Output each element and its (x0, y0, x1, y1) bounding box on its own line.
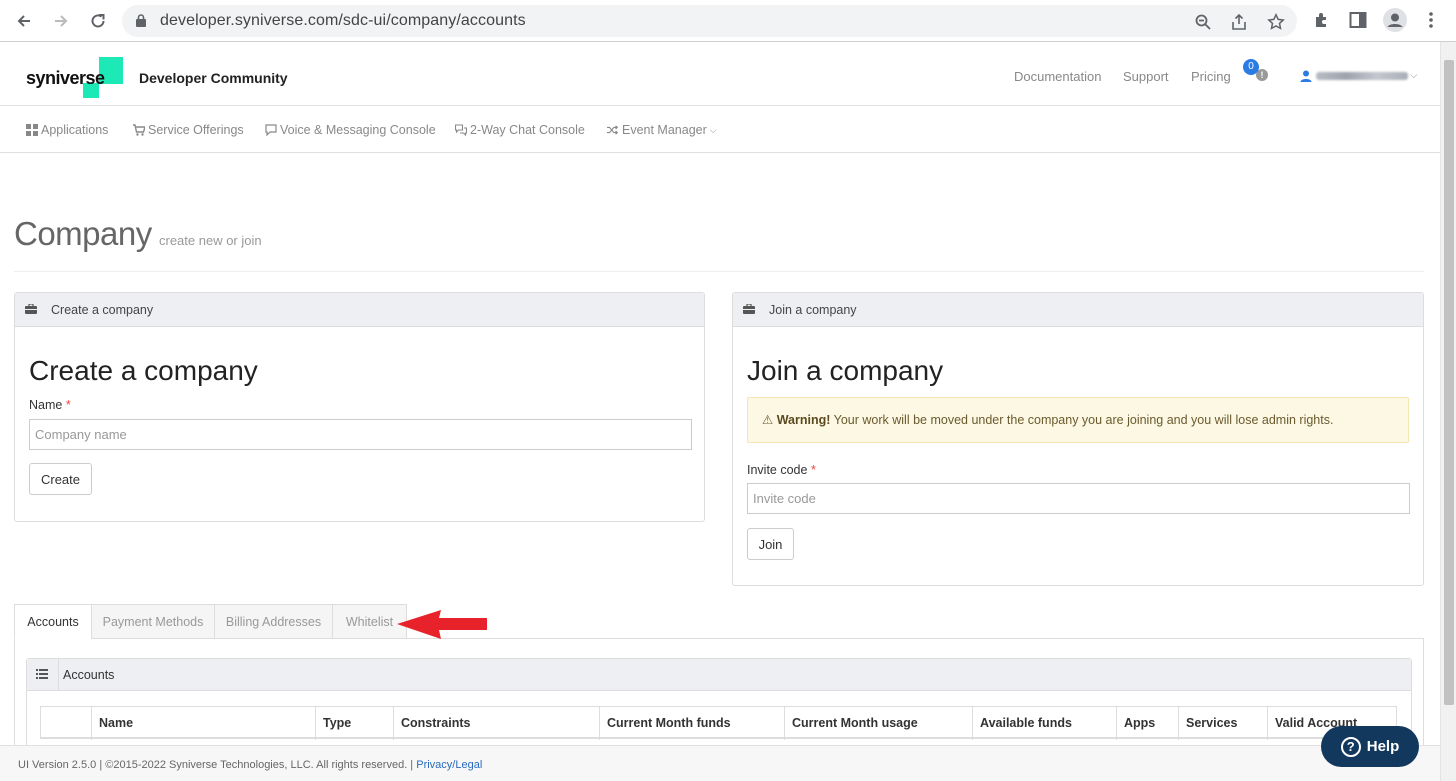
page-content: syniverse Developer Community Documentat… (0, 42, 1440, 781)
menu-item-label: Voice & Messaging Console (280, 123, 436, 137)
extensions-icon[interactable] (1312, 10, 1332, 30)
column-header-services[interactable]: Services (1178, 707, 1268, 740)
header-separator (58, 659, 59, 691)
panel-header-label: Create a company (51, 303, 154, 317)
question-icon: ? (1340, 736, 1361, 757)
name-label: Name * (29, 398, 71, 412)
menu-item-voice-messaging-console[interactable]: Voice & Messaging Console (265, 123, 436, 137)
panel-header-label: Accounts (63, 668, 115, 682)
tab-payment-methods[interactable]: Payment Methods (91, 604, 215, 639)
join-company-heading: Join a company (747, 355, 944, 386)
accounts-table-header: Name Type Constraints Current Month fund… (40, 706, 1397, 740)
share-icon[interactable] (1230, 13, 1248, 31)
address-bar[interactable]: developer.syniverse.com/sdc-ui/company/a… (122, 5, 1297, 37)
main-menu: Applications Service Offerings Voice & M… (0, 106, 1440, 153)
logo[interactable]: syniverse (26, 68, 105, 89)
notification-badge[interactable]: 0 (1243, 59, 1259, 75)
warning-title: Warning! (776, 413, 831, 427)
annotation-arrow-icon (397, 610, 487, 639)
required-mark: * (810, 463, 816, 477)
divider (14, 271, 1424, 272)
invite-code-label-text: Invite code (747, 463, 808, 477)
pricing-link[interactable]: Pricing (1191, 69, 1231, 84)
column-header-select (41, 707, 92, 740)
menu-item-label: Service Offerings (148, 123, 244, 137)
warning-icon: ⚠ (762, 413, 774, 427)
column-header-constraints[interactable]: Constraints (393, 707, 600, 740)
warning-alert: ⚠ Warning! Your work will be moved under… (747, 397, 1409, 443)
tab-accounts[interactable]: Accounts (14, 604, 92, 639)
tab-divider (406, 638, 1423, 639)
menu-item-label: Applications (41, 123, 109, 137)
invite-code-input[interactable]: Invite code (747, 483, 1410, 514)
forward-icon[interactable] (49, 9, 73, 33)
browser-menu-icon[interactable] (1424, 10, 1438, 30)
menu-item-service-offerings[interactable]: Service Offerings (133, 123, 244, 137)
reload-icon[interactable] (86, 9, 110, 33)
chevron-down-icon[interactable]: ⌵ (1410, 70, 1418, 81)
lock-icon (136, 14, 146, 27)
page-footer: UI Version 2.5.0 | ©2015-2022 Syniverse … (0, 745, 1440, 781)
invite-code-label: Invite code * (747, 463, 816, 477)
menu-item-label: Event Manager (622, 123, 707, 137)
name-label-text: Name (29, 398, 63, 412)
column-header-current-month-usage[interactable]: Current Month usage (784, 707, 972, 740)
help-button[interactable]: ? Help (1321, 726, 1419, 767)
user-icon (1300, 70, 1312, 82)
help-label: Help (1366, 738, 1400, 755)
column-header-current-month-funds[interactable]: Current Month funds (599, 707, 785, 740)
page-scrollbar[interactable] (1440, 42, 1456, 781)
briefcase-icon (25, 304, 37, 314)
create-company-heading: Create a company (29, 355, 258, 386)
menu-item-event-manager[interactable]: Event Manager ⌵ (607, 123, 717, 137)
required-mark: * (65, 398, 71, 412)
company-name-input[interactable]: Company name (29, 419, 692, 450)
url-text: developer.syniverse.com/sdc-ui/company/a… (160, 12, 526, 29)
join-company-panel: Join a company Join a company ⚠ Warning!… (732, 292, 1424, 586)
back-icon[interactable] (12, 9, 36, 33)
page-subtitle: create new or join (159, 233, 262, 248)
panel-header: Accounts (27, 659, 1411, 691)
column-header-apps[interactable]: Apps (1116, 707, 1179, 740)
tab-billing-addresses[interactable]: Billing Addresses (214, 604, 333, 639)
chevron-down-icon: ⌵ (709, 124, 717, 135)
join-button[interactable]: Join (747, 528, 794, 560)
briefcase-icon (743, 304, 755, 314)
panel-header-label: Join a company (769, 303, 857, 317)
footer-text: UI Version 2.5.0 | ©2015-2022 Syniverse … (18, 759, 417, 771)
privacy-legal-link[interactable]: Privacy/Legal (416, 759, 482, 771)
browser-toolbar: developer.syniverse.com/sdc-ui/company/a… (0, 0, 1456, 42)
menu-item-applications[interactable]: Applications (26, 123, 108, 137)
scrollbar-thumb[interactable] (1444, 60, 1454, 705)
support-link[interactable]: Support (1123, 69, 1169, 84)
brand-title[interactable]: Developer Community (139, 70, 288, 86)
zoom-icon[interactable] (1194, 13, 1212, 31)
column-header-type[interactable]: Type (315, 707, 393, 740)
bookmark-star-icon[interactable] (1267, 13, 1285, 31)
list-icon (36, 669, 48, 679)
shuffle-icon (607, 125, 619, 135)
warning-text: Your work will be moved under the compan… (830, 413, 1334, 427)
side-panel-icon[interactable] (1348, 10, 1368, 30)
message-icon (265, 124, 277, 136)
create-company-panel: Create a company Create a company Name *… (14, 292, 705, 522)
column-header-available-funds[interactable]: Available funds (972, 707, 1116, 740)
documentation-link[interactable]: Documentation (1014, 69, 1101, 84)
column-header-name[interactable]: Name (91, 707, 316, 740)
page-title: Company (14, 215, 152, 252)
chat-icon (455, 124, 467, 136)
menu-item-2way-chat-console[interactable]: 2-Way Chat Console (455, 123, 585, 137)
user-name-redacted[interactable] (1316, 72, 1408, 80)
menu-item-label: 2-Way Chat Console (470, 123, 585, 137)
cart-icon (133, 124, 145, 136)
profile-avatar-icon[interactable] (1383, 8, 1407, 32)
panel-header: Join a company (733, 293, 1423, 327)
grid-icon (26, 124, 38, 136)
panel-header: Create a company (15, 293, 704, 327)
site-header: syniverse Developer Community Documentat… (0, 42, 1440, 106)
create-button[interactable]: Create (29, 463, 92, 495)
